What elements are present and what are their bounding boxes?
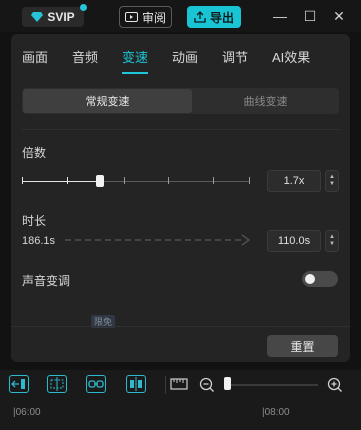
ruler-mark: |06:00 — [13, 407, 41, 418]
tab-bar: 画面 音频 变速 动画 调节 AI效果 — [11, 34, 350, 74]
slider-empty-track — [100, 181, 250, 182]
pitch-label: 声音变调 — [22, 274, 71, 288]
diamond-icon — [31, 12, 44, 22]
tab-picture[interactable]: 画面 — [22, 47, 48, 66]
toggle-thumb — [305, 274, 315, 284]
upload-icon — [194, 11, 206, 23]
tab-animation[interactable]: 动画 — [172, 47, 198, 66]
svip-label: SVIP — [47, 10, 75, 24]
chevron-up-icon[interactable]: ▲ — [329, 234, 335, 241]
timeline-toolbar — [0, 370, 361, 400]
svip-badge[interactable]: SVIP — [22, 4, 87, 27]
properties-panel: 画面 音频 变速 动画 调节 AI效果 常规变速 曲线变速 倍数 1.7x ▲ … — [11, 34, 350, 362]
close-icon[interactable]: ✕ — [331, 8, 347, 24]
toolbar-separator — [165, 376, 166, 394]
slider-tick — [67, 177, 68, 184]
maximize-icon[interactable]: ☐ — [302, 8, 318, 24]
slider-tick — [22, 177, 23, 184]
ruler-mark: |08:00 — [262, 407, 290, 418]
multiplier-stepper[interactable]: ▲ ▼ — [325, 170, 339, 192]
reset-button[interactable]: 重置 — [267, 335, 338, 357]
slider-tick — [213, 177, 214, 184]
pitch-toggle[interactable] — [302, 271, 338, 287]
zoom-out-icon[interactable] — [199, 377, 215, 393]
zoom-slider-knob[interactable] — [224, 377, 231, 390]
review-label: 审阅 — [141, 10, 166, 25]
slider-knob[interactable] — [96, 175, 104, 187]
section-divider — [22, 129, 339, 130]
duration-label: 时长 — [22, 214, 47, 228]
speed-mode-switch: 常规变速 曲线变速 — [22, 88, 339, 114]
slider-tick — [249, 177, 250, 184]
multiplier-label: 倍数 — [22, 146, 47, 160]
chevron-down-icon[interactable]: ▼ — [329, 241, 335, 248]
duration-arrow-icon — [65, 234, 251, 246]
multiplier-slider[interactable] — [22, 174, 250, 188]
tab-speed[interactable]: 变速 — [122, 47, 148, 66]
slider-tick — [124, 177, 125, 184]
active-tab-indicator — [122, 72, 148, 74]
original-duration: 186.1s — [22, 235, 56, 247]
review-button[interactable]: 审阅 — [119, 6, 172, 28]
duration-stepper[interactable]: ▲ ▼ — [325, 230, 339, 252]
freeze-frame-icon[interactable] — [47, 375, 67, 393]
link-clip-icon[interactable] — [86, 375, 106, 393]
footer-divider — [11, 326, 350, 327]
multiplier-value-field[interactable]: 1.7x — [267, 170, 321, 192]
top-bar: SVIP 审阅 导出 — ☐ ✕ — [0, 0, 361, 32]
tab-audio[interactable]: 音频 — [72, 47, 98, 66]
export-button[interactable]: 导出 — [187, 6, 241, 28]
slider-filled-track — [22, 181, 100, 182]
curve-speed-option[interactable]: 曲线变速 — [192, 88, 339, 114]
tab-ai-effects[interactable]: AI效果 — [272, 47, 310, 66]
tab-adjust[interactable]: 调节 — [222, 47, 248, 66]
slider-tick — [168, 177, 169, 184]
duration-value-field[interactable]: 110.0s — [267, 230, 321, 252]
export-label: 导出 — [209, 10, 234, 25]
zoom-slider-track[interactable] — [230, 384, 318, 386]
split-left-icon[interactable] — [9, 375, 29, 393]
zoom-in-icon[interactable] — [327, 377, 343, 393]
chevron-up-icon[interactable]: ▲ — [329, 174, 335, 181]
chevron-down-icon[interactable]: ▼ — [329, 181, 335, 188]
normal-speed-option[interactable]: 常规变速 — [23, 89, 192, 113]
notification-dot — [80, 4, 87, 11]
timeline-ruler[interactable]: |06:00 |08:00 — [0, 400, 361, 430]
ruler-icon[interactable] — [170, 377, 188, 391]
split-center-icon[interactable] — [126, 375, 146, 393]
review-icon — [124, 11, 138, 22]
minimize-icon[interactable]: — — [272, 8, 288, 24]
